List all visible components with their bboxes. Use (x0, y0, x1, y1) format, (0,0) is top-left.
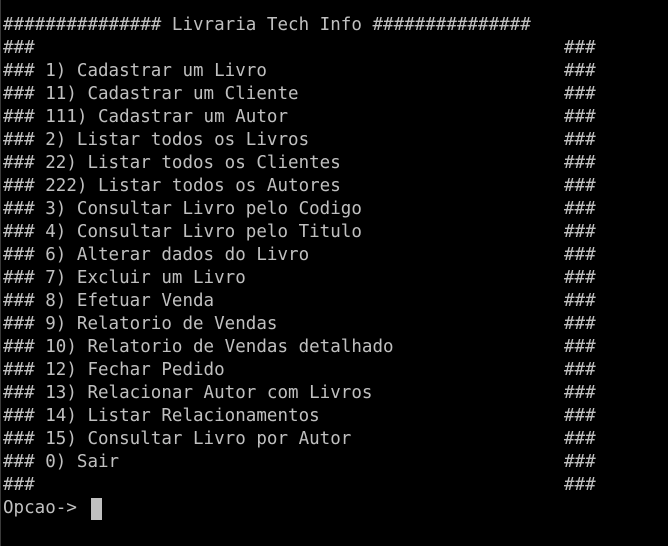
menu-item-cadastrar-livro: ### 1) Cadastrar um Livro (3, 61, 267, 81)
border-right: ### (564, 130, 596, 150)
border-right: ### (564, 314, 596, 334)
border-right: ### (564, 360, 596, 380)
border-right: ### (564, 268, 596, 288)
border-left-bottom: ### (3, 475, 35, 495)
border-right: ### (564, 61, 596, 81)
menu-item-alterar-livro: ### 6) Alterar dados do Livro (3, 245, 310, 265)
border-right: ### (564, 107, 596, 127)
border-right: ### (564, 337, 596, 357)
menu-item-listar-autores: ### 222) Listar todos os Autores (3, 176, 341, 196)
menu-item-efetuar-venda: ### 8) Efetuar Venda (3, 291, 215, 311)
border-right: ### (564, 245, 596, 265)
menu-item-consultar-codigo: ### 3) Consultar Livro pelo Codigo (3, 199, 362, 219)
console-window[interactable]: ############### Livraria Tech Info #####… (0, 0, 668, 546)
border-right: ### (564, 199, 596, 219)
border-right: ### (564, 452, 596, 472)
menu-item-consultar-autor: ### 15) Consultar Livro por Autor (3, 429, 352, 449)
menu-item-cadastrar-autor: ### 111) Cadastrar um Autor (3, 107, 289, 127)
border-right: ### (564, 291, 596, 311)
menu-item-listar-clientes: ### 22) Listar todos os Clientes (3, 153, 341, 173)
border-right: ### (564, 176, 596, 196)
menu-item-consultar-titulo: ### 4) Consultar Livro pelo Titulo (3, 222, 362, 242)
border-right-bottom: ### (564, 475, 596, 495)
menu-title: ############### Livraria Tech Info #####… (3, 15, 531, 35)
border-left-top: ### (3, 38, 35, 58)
input-prompt: Opcao-> (3, 498, 77, 518)
menu-item-relatorio-vendas: ### 9) Relatorio de Vendas (3, 314, 278, 334)
border-right: ### (564, 222, 596, 242)
border-right: ### (564, 429, 596, 449)
border-right: ### (564, 84, 596, 104)
menu-item-relatorio-detalhado: ### 10) Relatorio de Vendas detalhado (3, 337, 394, 357)
menu-item-fechar-pedido: ### 12) Fechar Pedido (3, 360, 225, 380)
border-right: ### (564, 153, 596, 173)
menu-item-relacionar-autor: ### 13) Relacionar Autor com Livros (3, 383, 373, 403)
menu-item-excluir-livro: ### 7) Excluir um Livro (3, 268, 246, 288)
border-right-top: ### (564, 38, 596, 58)
border-right: ### (564, 406, 596, 426)
menu-item-cadastrar-cliente: ### 11) Cadastrar um Cliente (3, 84, 299, 104)
text-cursor[interactable] (91, 498, 102, 520)
menu-item-listar-livros: ### 2) Listar todos os Livros (3, 130, 310, 150)
border-right: ### (564, 383, 596, 403)
menu-item-sair: ### 0) Sair (3, 452, 120, 472)
menu-item-listar-relacionamentos: ### 14) Listar Relacionamentos (3, 406, 320, 426)
